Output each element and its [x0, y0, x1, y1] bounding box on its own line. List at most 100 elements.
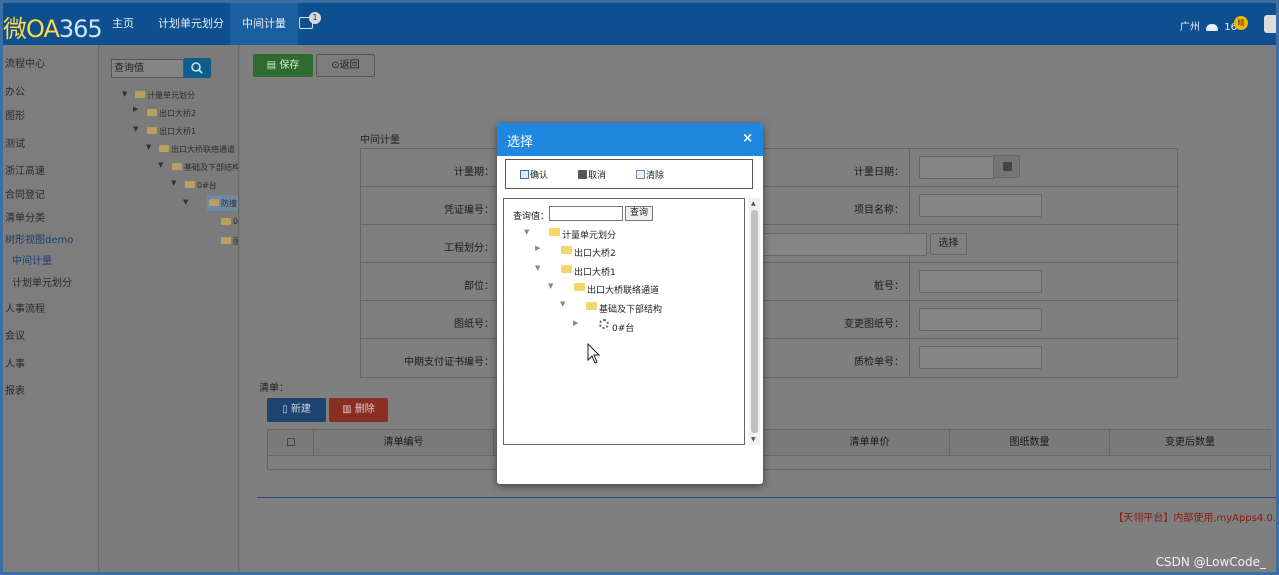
trash-icon — [578, 170, 587, 179]
app-logo[interactable]: 微OA365 — [3, 9, 103, 44]
nav-interim-measure[interactable]: 中间计量 — [230, 3, 298, 45]
leftnav-item[interactable]: 人事流程 — [5, 300, 45, 315]
dialog-tree-node[interactable]: 出口大桥联络通道 — [587, 283, 659, 296]
col-unit-price[interactable]: 清单单价 — [790, 430, 950, 456]
expand-arrow-icon[interactable]: ▶ — [133, 105, 138, 113]
tree-node[interactable]: 出口大桥2 — [159, 108, 196, 119]
cancel-label: 取消 — [588, 171, 607, 181]
leftnav-item[interactable]: 测试 — [5, 135, 25, 150]
file-icon: ▯ — [282, 404, 291, 415]
delete-button[interactable]: ▥ 删除 — [329, 398, 388, 422]
loading-spinner-icon — [599, 319, 609, 329]
leftnav-item[interactable]: 清单分类 — [5, 209, 45, 224]
table-header-row: 清单编号 清单单价 图纸数量 变更后数量 — [268, 430, 1272, 456]
form-title: 中间计量 — [360, 135, 400, 146]
pile-no-input[interactable] — [919, 270, 1042, 293]
divider-line — [257, 497, 1276, 498]
save-label: 保存 — [279, 60, 300, 71]
dialog-tree-node[interactable]: 计量单元划分 — [562, 228, 616, 241]
form-divider — [909, 149, 910, 377]
collapse-arrow-icon[interactable]: ▼ — [122, 90, 127, 98]
confirm-button[interactable]: 确认 — [520, 168, 548, 181]
back-button[interactable]: ⊙返回 — [316, 54, 375, 77]
scrollbar-thumb[interactable] — [751, 210, 758, 433]
dialog-tree-area: 查询值： 查询 ▼ 计量单元划分 ▶ 出口大桥2 ▼ 出口大桥1 ▼ 出口大桥联… — [503, 198, 745, 445]
dialog-scrollbar[interactable]: ▲ ▼ — [749, 198, 760, 445]
collapse-arrow-icon[interactable]: ▼ — [146, 143, 151, 151]
select-all-checkbox[interactable] — [286, 438, 295, 446]
query-input[interactable] — [549, 206, 623, 221]
leftnav-item[interactable]: 人事 — [5, 355, 25, 370]
app-window: 微OA365 主页 计划单元划分 中间计量 1 广州 16° 晴 流程中心 办公… — [0, 0, 1279, 575]
expand-arrow-icon[interactable]: ▶ — [573, 319, 578, 327]
tree-search-input[interactable]: 查询值 — [111, 59, 184, 78]
col-changed-qty[interactable]: 变更后数量 — [1110, 430, 1270, 456]
tree-panel: 查询值 ▼ 计量单元划分 ▶ 出口大桥2 ▼ 出口大桥1 ▼ 出口大桥联络通道 … — [100, 45, 239, 572]
leftnav-item[interactable]: 中间计量 — [12, 252, 52, 267]
nav-plan-unit[interactable]: 计划单元划分 — [146, 3, 236, 45]
logo-text: 微OA — [3, 15, 60, 43]
tree-node[interactable]: 基础及下部结构 — [184, 162, 238, 173]
select-all-cell — [268, 430, 314, 456]
collapse-arrow-icon[interactable]: ▼ — [171, 179, 176, 187]
collapse-arrow-icon[interactable]: ▼ — [548, 282, 553, 290]
project-name-input[interactable] — [919, 194, 1042, 217]
user-avatar[interactable] — [1264, 15, 1276, 33]
tree-node[interactable]: 出口大桥1 — [159, 126, 196, 137]
tree-node[interactable]: 图 — [233, 236, 238, 247]
measure-date-input[interactable] — [919, 156, 995, 179]
dialog-tree-node[interactable]: 出口大桥1 — [574, 265, 616, 278]
collapse-arrow-icon[interactable]: ▼ — [183, 198, 188, 206]
label-measure-period: 计量期： — [454, 167, 494, 178]
folder-icon — [221, 237, 231, 244]
dialog-tree-node[interactable]: 基础及下部结构 — [599, 302, 662, 315]
tree-node[interactable]: 防撞 — [221, 198, 237, 209]
leftnav-item[interactable]: 浙江高速 — [5, 162, 45, 177]
scroll-down-icon[interactable]: ▼ — [751, 436, 756, 443]
leftnav-item[interactable]: 报表 — [5, 382, 25, 397]
tree-node[interactable]: 出口大桥联络通道 — [171, 144, 235, 155]
new-button[interactable]: ▯ 新建 — [267, 398, 326, 422]
qc-no-input[interactable] — [919, 346, 1042, 369]
leftnav-item[interactable]: 合同登记 — [5, 186, 45, 201]
tree-search-button[interactable] — [184, 58, 211, 78]
nav-home[interactable]: 主页 — [100, 3, 146, 45]
change-drawing-no-input[interactable] — [919, 308, 1042, 331]
dialog-tree-node[interactable]: 出口大桥2 — [574, 246, 616, 259]
select-button[interactable]: 选择 — [930, 233, 967, 255]
collapse-arrow-icon[interactable]: ▼ — [524, 228, 529, 236]
tree-node[interactable]: 0#台 — [197, 180, 217, 191]
tree-node[interactable]: 0 — [233, 217, 238, 226]
collapse-arrow-icon[interactable]: ▼ — [560, 300, 565, 308]
leftnav-item[interactable]: 流程中心 — [5, 55, 45, 70]
col-list-no[interactable]: 清单编号 — [314, 430, 494, 456]
dialog-tree-node[interactable]: 0#台 — [612, 321, 634, 334]
close-icon[interactable]: × — [742, 131, 753, 146]
tree-node[interactable]: 计量单元划分 — [147, 90, 195, 101]
project-division-input[interactable] — [761, 233, 927, 256]
collapse-arrow-icon[interactable]: ▼ — [133, 125, 138, 133]
query-button[interactable]: 查询 — [625, 206, 653, 221]
scroll-up-icon[interactable]: ▲ — [751, 200, 756, 207]
col-drawing-qty[interactable]: 图纸数量 — [950, 430, 1110, 456]
clear-button[interactable]: 清除 — [636, 168, 664, 181]
folder-icon — [185, 181, 195, 188]
leftnav-item[interactable]: 图形 — [5, 107, 25, 122]
leftnav-item[interactable]: 会议 — [5, 327, 25, 342]
leftnav-item[interactable]: 计划单元划分 — [12, 274, 72, 289]
collapse-arrow-icon[interactable]: ▼ — [535, 264, 540, 272]
collapse-arrow-icon[interactable]: ▼ — [158, 161, 163, 169]
leftnav-item[interactable]: 办公 — [5, 83, 25, 98]
label-qc-no: 质检单号： — [854, 357, 904, 368]
label-pile-no: 桩号： — [874, 281, 904, 292]
save-button[interactable]: ▤ 保存 — [253, 54, 313, 77]
logo-number: 365 — [58, 15, 103, 43]
expand-arrow-icon[interactable]: ▶ — [535, 244, 540, 252]
weather-badge: 晴 — [1234, 16, 1248, 30]
leftnav-item[interactable]: 树形视图demo — [5, 231, 73, 246]
calendar-button[interactable] — [993, 155, 1020, 178]
message-badge: 1 — [309, 12, 321, 24]
list-label: 清单： — [259, 383, 289, 394]
cancel-button[interactable]: 取消 — [578, 168, 606, 181]
back-label: 返回 — [339, 60, 360, 71]
